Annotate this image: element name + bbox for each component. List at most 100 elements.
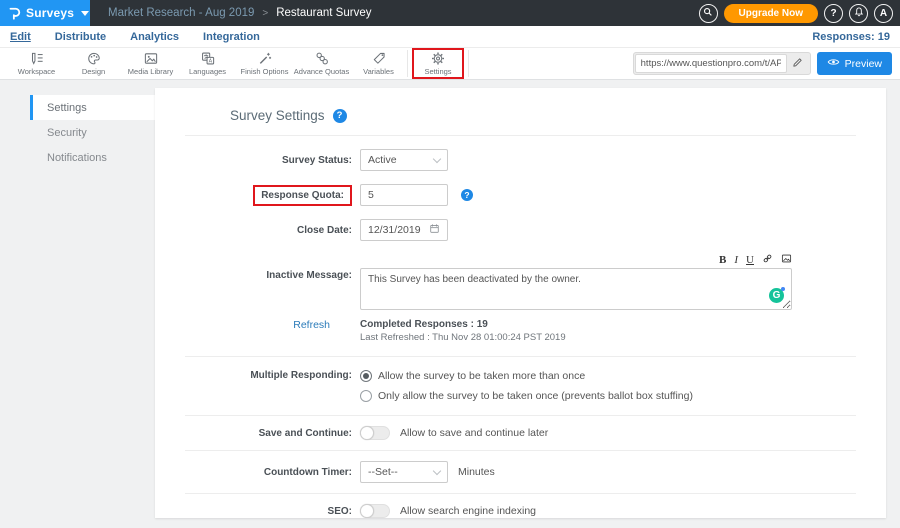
- countdown-timer-select[interactable]: --Set--: [360, 461, 448, 483]
- last-refreshed-text: Last Refreshed : Thu Nov 28 01:00:24 PST…: [360, 332, 566, 343]
- inactive-message-label: Inactive Message:: [185, 254, 352, 281]
- bell-icon: [853, 6, 865, 21]
- eye-icon: [827, 57, 840, 70]
- sidebar-item-notifications[interactable]: Notifications: [30, 145, 155, 170]
- close-date-input[interactable]: 12/31/2019: [360, 219, 448, 241]
- toolbar-item-languages[interactable]: A Languages: [179, 48, 236, 79]
- main-nav: Edit Distribute Analytics Integration Re…: [0, 26, 900, 48]
- refresh-link[interactable]: Refresh: [293, 319, 330, 331]
- toggle-knob: [360, 504, 374, 518]
- svg-text:A: A: [208, 59, 212, 65]
- section-divider: [185, 493, 856, 494]
- breadcrumb-folder-link[interactable]: Market Research - Aug 2019: [108, 7, 254, 19]
- page-body: Settings Security Notifications Survey S…: [0, 80, 900, 528]
- toolbar-item-workspace[interactable]: Workspace: [8, 48, 65, 79]
- radio-icon: [360, 390, 372, 402]
- multiple-responding-label: Multiple Responding:: [185, 370, 352, 381]
- tab-distribute[interactable]: Distribute: [55, 31, 106, 43]
- toolbar-item-design[interactable]: Design: [65, 48, 122, 79]
- toolbar-item-variables[interactable]: Variables: [350, 48, 407, 79]
- toolbar-divider: [407, 50, 408, 77]
- response-quota-help-icon[interactable]: ?: [461, 189, 473, 201]
- section-divider: [185, 135, 856, 136]
- survey-status-label: Survey Status:: [185, 155, 352, 166]
- media-library-icon: [143, 51, 159, 66]
- workspace-icon: [29, 51, 45, 66]
- calendar-icon: [429, 223, 440, 237]
- toolbar-item-advance-quotas[interactable]: Advance Quotas: [293, 48, 350, 79]
- chevron-down-icon: [433, 154, 441, 162]
- section-divider: [185, 356, 856, 357]
- toolbar-spacer: [469, 48, 633, 79]
- page-title: Survey Settings: [230, 108, 325, 123]
- countdown-timer-suffix: Minutes: [458, 466, 495, 478]
- save-and-continue-toggle[interactable]: [360, 426, 390, 440]
- screen: Surveys Market Research - Aug 2019 > Res…: [0, 0, 900, 528]
- survey-url-input[interactable]: [635, 54, 787, 73]
- countdown-timer-label: Countdown Timer:: [185, 467, 352, 478]
- question-mark-icon: ?: [830, 8, 836, 19]
- seo-label: SEO:: [185, 506, 352, 517]
- survey-settings-help-icon[interactable]: ?: [333, 109, 347, 123]
- responses-count[interactable]: Responses: 19: [812, 31, 890, 43]
- preview-button[interactable]: Preview: [817, 52, 892, 75]
- text-editor-toolbar: B I U: [360, 254, 792, 266]
- advance-quotas-chain-icon: [314, 51, 330, 66]
- insert-image-icon[interactable]: [781, 253, 792, 267]
- settings-panel: Survey Settings ? Survey Status: Active …: [155, 88, 886, 518]
- surveys-product-menu[interactable]: Surveys: [0, 0, 90, 26]
- radio-allow-once[interactable]: Only allow the survey to be taken once (…: [360, 390, 693, 402]
- tab-edit[interactable]: Edit: [10, 31, 31, 43]
- chevron-down-icon: [433, 466, 441, 474]
- section-divider: [185, 450, 856, 451]
- response-quota-label-cell: Response Quota:: [185, 185, 352, 206]
- seo-toggle[interactable]: [360, 504, 390, 518]
- finish-options-wand-icon: [257, 51, 273, 66]
- survey-url-group: [633, 52, 811, 75]
- radio-icon: [360, 370, 372, 382]
- seo-description: Allow search engine indexing: [400, 505, 536, 517]
- section-divider: [185, 415, 856, 416]
- survey-status-select[interactable]: Active: [360, 149, 448, 171]
- response-quota-highlight: Response Quota:: [253, 185, 352, 206]
- sidebar-item-settings[interactable]: Settings: [30, 95, 155, 120]
- underline-button[interactable]: U: [746, 255, 754, 266]
- save-and-continue-description: Allow to save and continue later: [400, 427, 548, 439]
- toolbar-item-media-library[interactable]: Media Library: [122, 48, 179, 79]
- sidebar-item-security[interactable]: Security: [30, 120, 155, 145]
- insert-link-icon[interactable]: [762, 253, 773, 267]
- questionpro-logo-icon: [8, 6, 21, 21]
- settings-gear-icon: [430, 51, 446, 66]
- product-name: Surveys: [26, 6, 74, 20]
- upgrade-now-button[interactable]: Upgrade Now: [724, 4, 818, 23]
- save-and-continue-label: Save and Continue:: [185, 428, 352, 439]
- breadcrumb: Market Research - Aug 2019 > Restaurant …: [108, 7, 371, 19]
- tab-analytics[interactable]: Analytics: [130, 31, 179, 43]
- grammarly-icon[interactable]: G: [769, 288, 784, 303]
- edit-url-button[interactable]: [787, 54, 809, 73]
- notifications-button[interactable]: [849, 4, 868, 23]
- response-quota-input[interactable]: [360, 184, 448, 206]
- toggle-knob: [360, 426, 374, 440]
- search-button[interactable]: [699, 4, 718, 23]
- italic-button[interactable]: I: [734, 255, 738, 266]
- toolbar-item-finish-options[interactable]: Finish Options: [236, 48, 293, 79]
- account-avatar-button[interactable]: A: [874, 4, 893, 23]
- completed-responses-text: Completed Responses : 19: [360, 319, 566, 330]
- close-date-label: Close Date:: [185, 225, 352, 236]
- toolbar-item-settings[interactable]: Settings: [412, 48, 464, 79]
- bold-button[interactable]: B: [719, 255, 726, 266]
- inactive-message-textarea[interactable]: This Survey has been deactivated by the …: [360, 268, 792, 310]
- settings-sidebar: Settings Security Notifications: [30, 95, 155, 518]
- breadcrumb-separator: >: [262, 8, 268, 19]
- languages-icon: A: [200, 51, 216, 66]
- top-bar: Surveys Market Research - Aug 2019 > Res…: [0, 0, 900, 26]
- tab-integration[interactable]: Integration: [203, 31, 260, 43]
- help-button[interactable]: ?: [824, 4, 843, 23]
- variables-tag-icon: [371, 51, 387, 66]
- radio-allow-multiple[interactable]: Allow the survey to be taken more than o…: [360, 370, 693, 382]
- search-icon: [702, 6, 714, 21]
- topbar-actions: Upgrade Now ? A: [699, 4, 893, 23]
- breadcrumb-current: Restaurant Survey: [276, 7, 371, 19]
- pencil-icon: [792, 56, 803, 71]
